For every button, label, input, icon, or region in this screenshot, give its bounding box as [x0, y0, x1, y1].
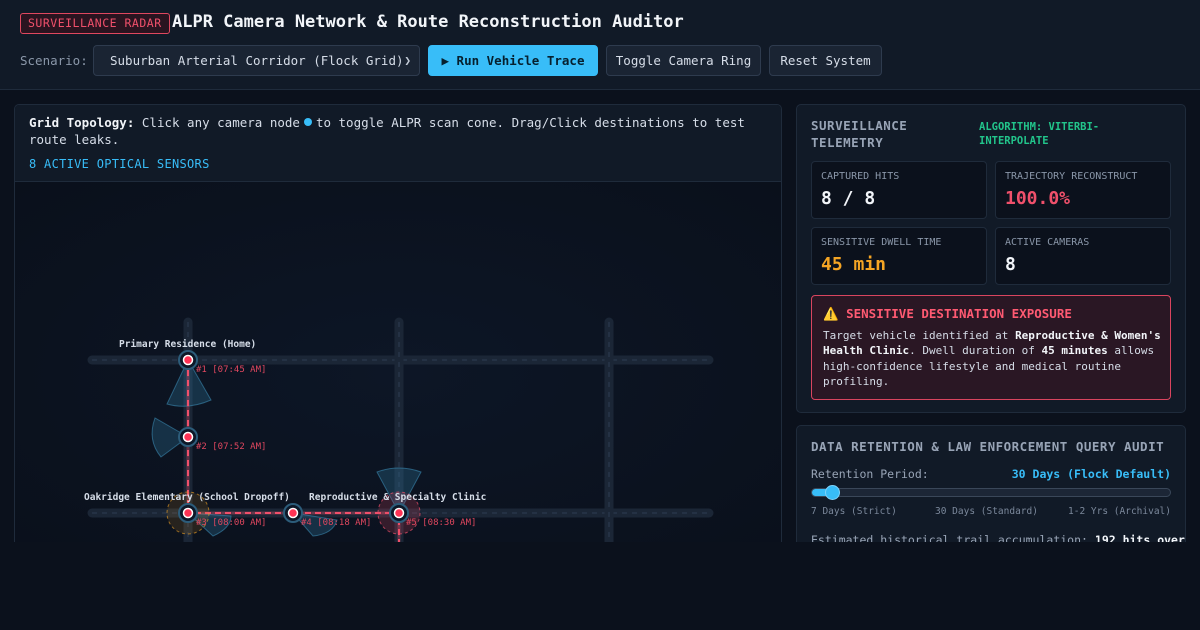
- camera-node-dot-icon: [303, 118, 312, 126]
- stat-label: ACTIVE CAMERAS: [1005, 237, 1090, 248]
- topology-text-1: Click any camera node: [141, 115, 300, 130]
- alert-body-text: Target vehicle identified at: [823, 329, 1016, 342]
- retention-tick-standard: 30 Days (Standard): [935, 506, 1038, 517]
- grid-map[interactable]: #1 [07:45 AM] #2 [07:52 AM] #3 [08:00 AM…: [15, 182, 782, 564]
- camera-node-2[interactable]: [178, 427, 198, 447]
- retention-value: 30 Days (Flock Default): [1011, 467, 1171, 481]
- run-vehicle-trace-button[interactable]: ▶ Run Vehicle Trace: [428, 45, 598, 76]
- warning-icon: ⚠️: [823, 306, 839, 321]
- alert-body: Target vehicle identified at Reproductiv…: [823, 328, 1163, 389]
- retention-label: Retention Period:: [811, 467, 929, 481]
- stat-value: 8: [1005, 254, 1016, 275]
- stat-label: TRAJECTORY RECONSTRUCT: [1005, 171, 1138, 182]
- stat-active-cameras: ACTIVE CAMERAS 8: [995, 227, 1171, 285]
- camera-node-4[interactable]: [283, 503, 303, 523]
- home-destination-label: Primary Residence (Home): [119, 339, 256, 350]
- scenario-label: Scenario:: [20, 53, 88, 68]
- camera-node-1[interactable]: [178, 350, 198, 370]
- app-title: ALPR Camera Network & Route Reconstructi…: [172, 12, 684, 32]
- scenario-select-value: Suburban Arterial Corridor (Flock Grid): [110, 53, 404, 68]
- alert-title-text: SENSITIVE DESTINATION EXPOSURE: [846, 306, 1072, 321]
- app-header: SURVEILLANCE RADAR ALPR Camera Network &…: [0, 0, 1200, 90]
- reset-system-button[interactable]: Reset System: [769, 45, 882, 76]
- sensitive-exposure-alert: ⚠️ SENSITIVE DESTINATION EXPOSURE Target…: [811, 295, 1171, 400]
- camera-label-1: #1 [07:45 AM]: [196, 365, 266, 375]
- page-bottom: [0, 542, 1200, 630]
- alert-body-text: . Dwell duration of: [909, 344, 1042, 358]
- alert-duration: 45 minutes: [1041, 344, 1108, 358]
- toggle-camera-ring-button[interactable]: Toggle Camera Ring: [606, 45, 761, 76]
- retention-tick-strict: 7 Days (Strict): [811, 506, 897, 517]
- active-sensor-count: 8 ACTIVE OPTICAL SENSORS: [29, 157, 210, 171]
- camera-label-5: #5 [08:30 AM]: [406, 518, 476, 528]
- stat-value: 45 min: [821, 254, 887, 275]
- alert-title: ⚠️ SENSITIVE DESTINATION EXPOSURE: [823, 306, 1072, 322]
- map-header: Grid Topology: Click any camera node to t…: [15, 105, 781, 182]
- stat-label: SENSITIVE DWELL TIME: [821, 237, 942, 248]
- stat-value: 8 / 8: [821, 188, 876, 209]
- stat-trajectory-reconstruct: TRAJECTORY RECONSTRUCT 100.0%: [995, 161, 1171, 219]
- map-panel: Grid Topology: Click any camera node to t…: [14, 104, 782, 564]
- camera-label-3: #3 [08:00 AM]: [196, 518, 266, 528]
- telemetry-title: SURVEILLANCE TELEMETRY: [811, 118, 908, 150]
- scenario-select[interactable]: Suburban Arterial Corridor (Flock Grid) …: [93, 45, 420, 76]
- retention-tick-archival: 1-2 Yrs (Archival): [1068, 506, 1171, 517]
- stat-captured-hits: CAPTURED HITS 8 / 8: [811, 161, 987, 219]
- retention-slider-thumb[interactable]: [824, 485, 840, 500]
- clinic-destination-label: Reproductive & Specialty Clinic: [309, 492, 486, 503]
- retention-title: DATA RETENTION & LAW ENFORCEMENT QUERY A…: [811, 439, 1165, 454]
- algorithm-label: ALGORITHM: VITERBI-INTERPOLATE: [979, 121, 1100, 147]
- chevron-down-icon: ❯: [404, 54, 411, 67]
- camera-label-2: #2 [07:52 AM]: [196, 442, 266, 452]
- retention-slider[interactable]: [811, 488, 1171, 497]
- topology-text-2: to toggle ALPR scan cone. Drag/Click des…: [29, 115, 745, 147]
- camera-node-3[interactable]: [178, 503, 198, 523]
- topology-instructions: Grid Topology: Click any camera node to t…: [29, 114, 769, 148]
- telemetry-panel: SURVEILLANCE TELEMETRY ALGORITHM: VITERB…: [796, 104, 1186, 413]
- stat-label: CAPTURED HITS: [821, 171, 900, 182]
- stat-sensitive-dwell-time: SENSITIVE DWELL TIME 45 min: [811, 227, 987, 285]
- stat-value: 100.0%: [1005, 188, 1071, 209]
- topology-label: Grid Topology:: [29, 115, 135, 130]
- school-destination-label: Oakridge Elementary (School Dropoff): [84, 492, 290, 503]
- camera-label-4: #4 [08:18 AM]: [301, 518, 371, 528]
- surveillance-badge: SURVEILLANCE RADAR: [20, 13, 170, 34]
